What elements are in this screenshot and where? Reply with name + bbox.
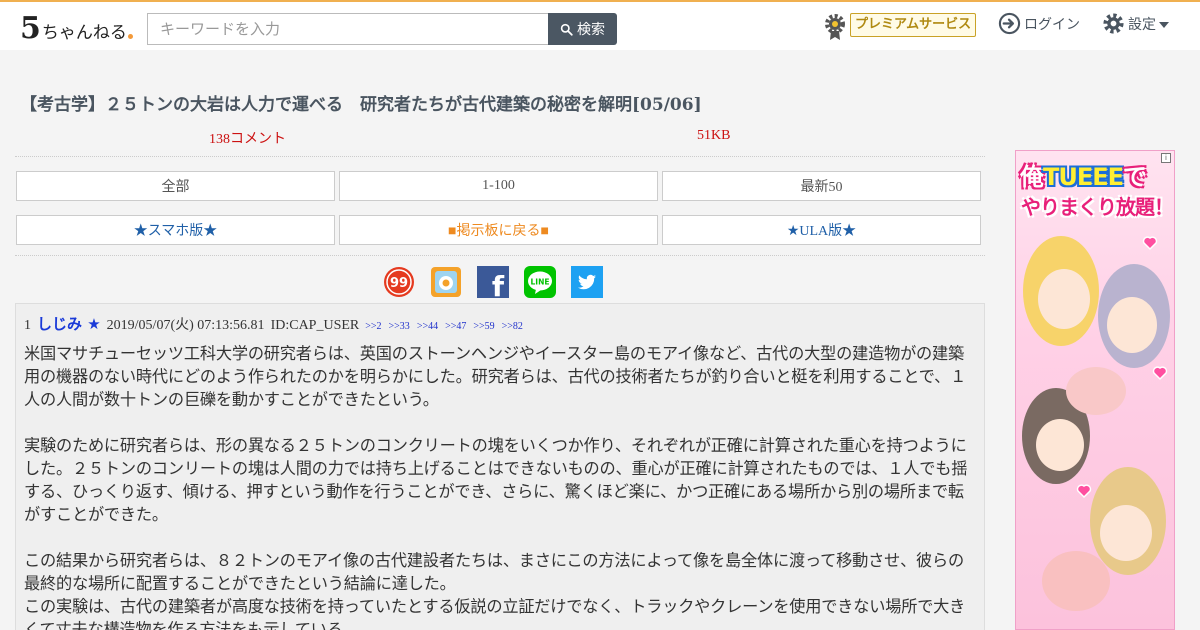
ad-headline-a: 俺: [1020, 163, 1044, 191]
settings-label: 設定: [1128, 16, 1156, 33]
ad-illustration: [1022, 236, 1170, 611]
post-paragraph: 実験のために研究者らは、形の異なる２５トンのコンクリートの塊をいくつか作り、それ…: [24, 436, 968, 524]
line-icon[interactable]: LINE: [524, 266, 556, 298]
share-icon-99[interactable]: 99: [383, 266, 415, 298]
post-paragraph: 米国マサチューセッツ工科大学の研究者らは、英国のストーンヘンジやイースター島のモ…: [24, 344, 967, 409]
twitter-icon[interactable]: [571, 266, 603, 298]
post-id[interactable]: ID:CAP_USER: [271, 318, 360, 334]
divider: [15, 156, 985, 157]
reply-ref-link[interactable]: >>44: [417, 321, 438, 332]
ad-headline-c: で: [1123, 163, 1147, 191]
thread-size: 51KB: [697, 128, 731, 143]
back-to-board-button[interactable]: ■掲示板に戻る■: [339, 215, 658, 245]
nav-all-button[interactable]: 全部: [16, 171, 335, 201]
gear-icon: [1103, 13, 1124, 34]
reply-ref-link[interactable]: >>2: [365, 321, 381, 332]
ad-headline: 俺TUEEEで: [1020, 157, 1147, 192]
login-link[interactable]: ログイン: [998, 12, 1080, 35]
reply-ref-link[interactable]: >>33: [389, 321, 410, 332]
nav-latest50-button[interactable]: 最新50: [662, 171, 981, 201]
post-author: しじみ ★: [37, 315, 101, 333]
facebook-label: f: [492, 270, 505, 298]
ula-version-button[interactable]: ★ULA版★: [662, 215, 981, 245]
ad-info-icon[interactable]: i: [1161, 153, 1171, 163]
post-number[interactable]: 1: [24, 318, 31, 334]
settings-menu[interactable]: 設定: [1102, 12, 1169, 35]
reply-ref-link[interactable]: >>82: [502, 321, 523, 332]
reply-ref-link[interactable]: >>47: [445, 321, 466, 332]
ad-banner[interactable]: i 俺TUEEEで やりまくり放題！: [1015, 150, 1175, 630]
share-99-label: 99: [390, 276, 408, 291]
post-body: 米国マサチューセッツ工科大学の研究者らは、英国のストーンヘンジやイースター島のモ…: [24, 342, 979, 630]
search-icon: [560, 23, 573, 36]
post-paragraph: この結果から研究者らは、８２トンのモアイ像の古代建設者たちは、まさにこの方法によ…: [24, 551, 965, 593]
comment-count: 138コメント: [209, 132, 286, 147]
logo-five: 5: [20, 11, 41, 46]
top-header: 5 ちゃんねる 検索 プレミアムサービス ログイン 設定: [0, 0, 1200, 50]
divider: [15, 255, 985, 256]
login-icon: [998, 12, 1021, 35]
premium-gear-icon: [825, 14, 845, 40]
ad-headline-b: TUEEE: [1043, 163, 1124, 191]
search-button[interactable]: 検索: [548, 13, 617, 45]
search-input[interactable]: [147, 13, 549, 45]
share-icon-app[interactable]: [430, 266, 462, 298]
smartphone-version-button[interactable]: ★スマホ版★: [16, 215, 335, 245]
thread-title: 【考古学】２５トンの大岩は人力で運べる 研究者たちが古代建築の秘密を解明[05/…: [20, 95, 702, 115]
ad-subheadline: やりまくり放題！: [1021, 195, 1174, 219]
reply-refs: >>2 >>33 >>44 >>47 >>59 >>82: [365, 321, 523, 332]
premium-service-button[interactable]: プレミアムサービス: [850, 13, 977, 37]
line-label: LINE: [531, 278, 550, 287]
post-1: 1 しじみ ★ 2019/05/07(火) 07:13:56.81 ID:CAP…: [15, 303, 985, 630]
post-header: 1 しじみ ★ 2019/05/07(火) 07:13:56.81 ID:CAP…: [24, 313, 523, 334]
nav-1-100-button[interactable]: 1-100: [339, 171, 658, 201]
site-logo[interactable]: 5 ちゃんねる: [20, 10, 133, 44]
chevron-down-icon: [1159, 21, 1169, 28]
reply-ref-link[interactable]: >>59: [473, 321, 494, 332]
logo-dot: [127, 34, 133, 39]
facebook-icon[interactable]: f: [477, 266, 509, 298]
search-button-label: 検索: [577, 22, 605, 38]
login-label: ログイン: [1024, 16, 1080, 33]
logo-text: ちゃんねる: [41, 23, 127, 43]
post-paragraph: この実験は、古代の建築者が高度な技術を持っていたとする仮説の立証だけでなく、トラ…: [24, 597, 966, 630]
post-date: 2019/05/07(火) 07:13:56.81: [106, 318, 265, 333]
